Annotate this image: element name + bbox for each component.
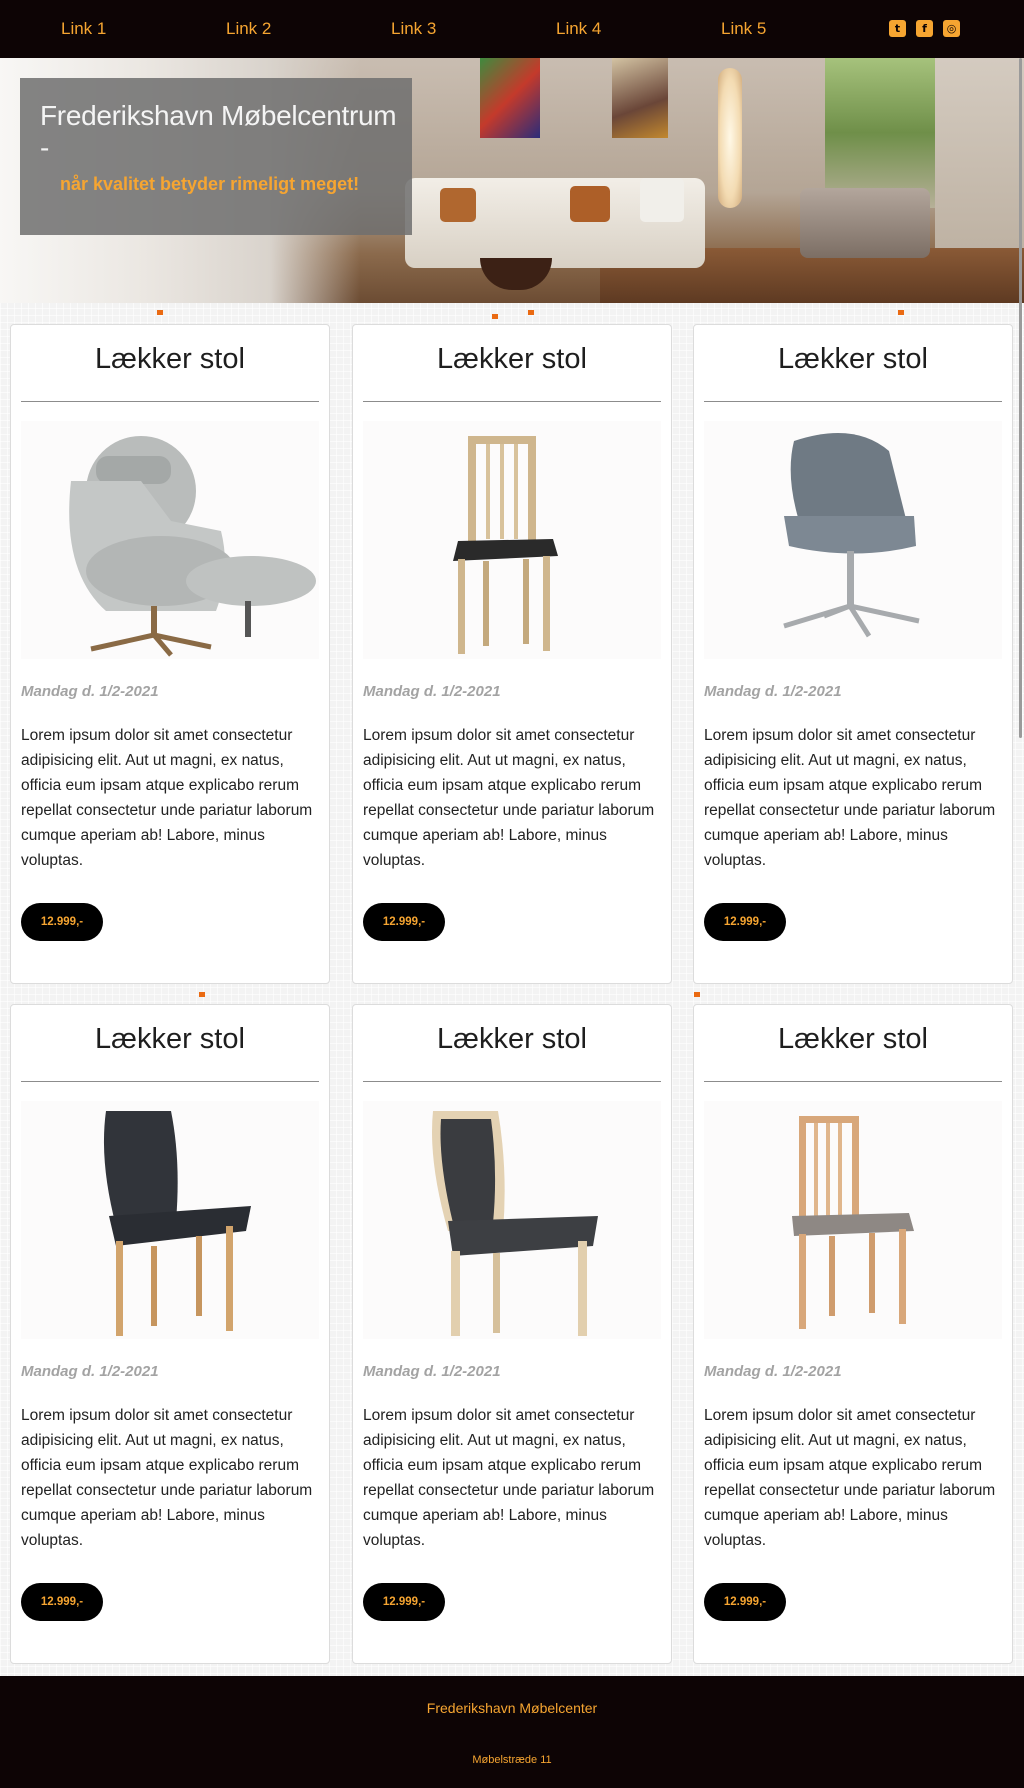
price-button[interactable]: 12.999,-	[704, 1583, 786, 1621]
product-card: Lækker stol Mandag d. 1/2-2021 Lorem ips…	[352, 1004, 672, 1664]
accent-dot	[157, 310, 163, 315]
hero-floor-lamp	[718, 68, 742, 208]
instagram-icon[interactable]: ◎	[943, 20, 960, 37]
footer: Frederikshavn Møbelcenter Møbelstræde 11	[0, 1676, 1024, 1788]
accent-dot	[528, 310, 534, 315]
card-description: Lorem ipsum dolor sit amet consectetur a…	[704, 727, 996, 869]
social-links: t f ◎	[889, 20, 960, 37]
card-date: Mandag d. 1/2-2021	[363, 1363, 501, 1380]
footer-company-name: Frederikshavn Møbelcenter	[426, 1700, 598, 1716]
nav-link-4[interactable]: Link 4	[556, 0, 601, 58]
card-title: Lækker stol	[437, 1023, 587, 1055]
card-date: Mandag d. 1/2-2021	[21, 683, 159, 700]
hero-armchairs	[800, 188, 930, 258]
twitter-icon[interactable]: t	[889, 20, 906, 37]
nav-link-2[interactable]: Link 2	[226, 0, 271, 58]
card-description: Lorem ipsum dolor sit amet consectetur a…	[363, 1407, 655, 1549]
product-image-upholstered-chair	[363, 1101, 661, 1339]
product-image-dining-chair	[363, 421, 661, 659]
product-image-swivel-chair	[704, 421, 1002, 659]
scrollbar[interactable]	[1019, 58, 1022, 738]
facebook-icon[interactable]: f	[916, 20, 933, 37]
price-button[interactable]: 12.999,-	[704, 903, 786, 941]
hero-subtitle: når kvalitet betyder rimeligt meget!	[60, 174, 360, 194]
accent-dot	[694, 992, 700, 997]
product-card: Lækker stol Mandag d. 1/2-2021 Lorem ips…	[352, 324, 672, 984]
card-title: Lækker stol	[778, 343, 928, 375]
card-divider	[704, 1081, 1002, 1082]
card-divider	[363, 401, 661, 402]
card-title: Lækker stol	[95, 343, 245, 375]
product-card: Lækker stol Mandag d. 1/2-2021 Lorem ips…	[693, 324, 1013, 984]
product-card: Lækker stol Mandag d. 1/2-2021 Lorem ips…	[10, 1004, 330, 1664]
top-navigation: Link 1 Link 2 Link 3 Link 4 Link 5 t f ◎	[0, 0, 1024, 58]
accent-dot	[492, 314, 498, 319]
nav-link-5[interactable]: Link 5	[721, 0, 766, 58]
card-description: Lorem ipsum dolor sit amet consectetur a…	[21, 727, 313, 869]
product-card: Lækker stol Mandag d. 1/2-2021 Lorem ips…	[693, 1004, 1013, 1664]
card-date: Mandag d. 1/2-2021	[363, 683, 501, 700]
price-button[interactable]: 12.999,-	[363, 1583, 445, 1621]
card-title: Lækker stol	[778, 1023, 928, 1055]
price-button[interactable]: 12.999,-	[363, 903, 445, 941]
product-card: Lækker stol Mandag d. 1/2-2021 Lorem ips…	[10, 324, 330, 984]
hero-pillow	[640, 178, 684, 222]
product-image-spindle-chair	[704, 1101, 1002, 1339]
price-button[interactable]: 12.999,-	[21, 903, 103, 941]
product-image-leather-chair	[21, 1101, 319, 1339]
card-description: Lorem ipsum dolor sit amet consectetur a…	[704, 1407, 996, 1549]
card-date: Mandag d. 1/2-2021	[21, 1363, 159, 1380]
accent-dot	[199, 992, 205, 997]
card-date: Mandag d. 1/2-2021	[704, 683, 842, 700]
hero-pillow	[570, 186, 610, 222]
hero-artwork-right	[612, 58, 668, 138]
hero-text-box: Frederikshavn Møbelcentrum - når kvalite…	[20, 78, 412, 235]
product-image-armchair	[21, 421, 319, 659]
card-title: Lækker stol	[437, 343, 587, 375]
card-divider	[21, 401, 319, 402]
hero-bowl	[480, 258, 552, 290]
nav-link-1[interactable]: Link 1	[61, 0, 106, 58]
card-divider	[704, 401, 1002, 402]
hero-pillow	[440, 188, 476, 222]
nav-link-3[interactable]: Link 3	[391, 0, 436, 58]
card-divider	[363, 1081, 661, 1082]
footer-address: Møbelstræde 11	[472, 1754, 552, 1766]
card-title: Lækker stol	[95, 1023, 245, 1055]
card-date: Mandag d. 1/2-2021	[704, 1363, 842, 1380]
card-description: Lorem ipsum dolor sit amet consectetur a…	[21, 1407, 313, 1549]
accent-dot	[898, 310, 904, 315]
hero-window	[825, 58, 935, 208]
hero-artwork-left	[480, 58, 540, 138]
price-button[interactable]: 12.999,-	[21, 1583, 103, 1621]
hero-title: Frederikshavn Møbelcentrum -	[40, 100, 397, 163]
card-divider	[21, 1081, 319, 1082]
card-description: Lorem ipsum dolor sit amet consectetur a…	[363, 727, 655, 869]
